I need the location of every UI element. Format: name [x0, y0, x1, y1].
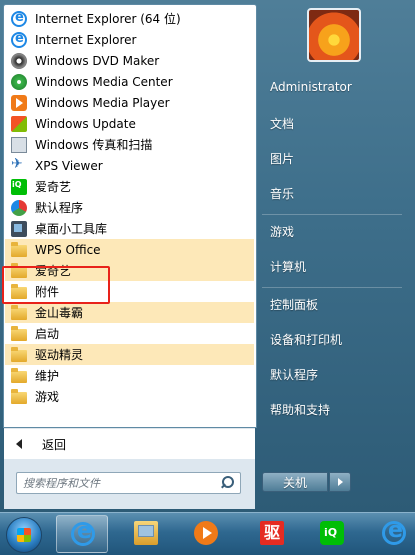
windows-logo-icon [17, 528, 31, 542]
taskbar-explorer-button[interactable] [120, 515, 172, 553]
program-label: Internet Explorer [35, 32, 137, 47]
all-programs-list: Internet Explorer (64 位) Internet Explore… [3, 4, 257, 428]
wmc-icon [11, 73, 27, 90]
shutdown-button[interactable]: 关机 [262, 472, 328, 492]
program-item[interactable]: Windows Media Player [5, 92, 254, 113]
ie-icon [71, 519, 95, 546]
gadget-icon [11, 220, 27, 237]
taskbar-ie-button[interactable] [56, 515, 108, 553]
program-item[interactable]: XPS Viewer [5, 155, 254, 176]
search-box[interactable] [16, 472, 241, 494]
folder-icon [11, 241, 27, 257]
program-folder[interactable]: 驱动精灵 [5, 344, 254, 365]
program-item[interactable]: Windows Update [5, 113, 254, 134]
right-item-user-name[interactable]: Administrator [270, 80, 352, 94]
program-label: 金山毒霸 [35, 306, 84, 320]
back-button[interactable]: 返回 [4, 428, 255, 459]
taskbar-media-player-button[interactable] [180, 515, 232, 553]
program-label: WPS Office [35, 242, 101, 257]
search-area [4, 459, 255, 509]
taskbar-ie-button-2[interactable] [368, 515, 415, 553]
program-item[interactable]: Windows 传真和扫描 [5, 134, 254, 155]
separator [262, 287, 402, 288]
program-item[interactable]: 默认程序 [5, 197, 254, 218]
start-menu: Internet Explorer (64 位) Internet Explore… [0, 0, 415, 512]
program-folder[interactable]: 启动 [5, 323, 254, 344]
program-label: Windows Media Center [35, 74, 173, 89]
search-input[interactable] [23, 475, 213, 491]
shutdown-options-arrow-button[interactable] [329, 472, 351, 492]
dvd-icon [11, 52, 27, 69]
program-label: XPS Viewer [35, 158, 103, 173]
right-item-games[interactable]: 游戏 [270, 223, 294, 240]
search-icon[interactable] [221, 476, 235, 490]
iqiyi-icon [320, 521, 344, 545]
driver-genius-icon: 驱 [260, 521, 284, 545]
program-item[interactable]: Windows Media Center [5, 71, 254, 92]
program-label: Windows 传真和扫描 [35, 138, 153, 152]
folder-icon [11, 388, 27, 404]
folder-icon [11, 346, 27, 362]
program-folder[interactable]: 金山毒霸 [5, 302, 254, 323]
right-item-default-programs[interactable]: 默认程序 [270, 366, 318, 383]
ie-icon [11, 31, 27, 48]
program-folder[interactable]: 维护 [5, 365, 254, 386]
folder-icon [11, 325, 27, 341]
right-item-music[interactable]: 音乐 [270, 185, 294, 202]
left-arrow-icon [16, 439, 22, 449]
taskbar-iqiyi-button[interactable] [306, 515, 358, 553]
separator [262, 214, 402, 215]
right-item-devices-and-printers[interactable]: 设备和打印机 [270, 331, 342, 348]
program-item[interactable]: 桌面小工具库 [5, 218, 254, 239]
program-item[interactable]: Windows DVD Maker [5, 50, 254, 71]
folder-icon [11, 304, 27, 320]
program-label: Windows Media Player [35, 95, 170, 110]
program-label: 维护 [35, 369, 60, 383]
program-folder[interactable]: 游戏 [5, 386, 254, 407]
update-icon [11, 115, 27, 132]
right-item-pictures[interactable]: 图片 [270, 150, 294, 167]
program-label: 桌面小工具库 [35, 222, 108, 236]
fax-icon [11, 136, 27, 153]
right-item-help-and-support[interactable]: 帮助和支持 [270, 401, 330, 418]
program-label: 默认程序 [35, 201, 84, 215]
taskbar: 驱 [0, 512, 415, 555]
default-icon [11, 199, 27, 216]
ie-icon [11, 10, 27, 27]
xps-icon [11, 156, 27, 174]
user-picture[interactable] [307, 8, 361, 62]
taskbar-driver-genius-button[interactable]: 驱 [246, 515, 298, 553]
iqiyi-icon [11, 178, 27, 195]
start-button[interactable] [6, 517, 42, 553]
program-label: Windows DVD Maker [35, 53, 160, 68]
folder-icon [11, 367, 27, 383]
back-label: 返回 [42, 437, 67, 452]
program-label: Internet Explorer (64 位) [35, 12, 181, 26]
program-item[interactable]: Internet Explorer [5, 29, 254, 50]
program-label: Windows Update [35, 116, 136, 131]
annotation-highlight-box [2, 266, 110, 304]
program-item[interactable]: 爱奇艺 [5, 176, 254, 197]
program-label: 驱动精灵 [35, 348, 84, 362]
media-player-icon [194, 521, 218, 545]
program-folder[interactable]: WPS Office [5, 239, 254, 260]
program-item[interactable]: Internet Explorer (64 位) [5, 8, 254, 29]
right-item-documents[interactable]: 文档 [270, 115, 294, 132]
right-item-control-panel[interactable]: 控制面板 [270, 296, 318, 313]
wmp-icon [11, 94, 27, 111]
ie-icon [382, 518, 406, 545]
program-label: 启动 [35, 327, 60, 341]
program-label: 爱奇艺 [35, 180, 72, 194]
right-item-computer[interactable]: 计算机 [270, 258, 306, 275]
program-label: 游戏 [35, 390, 60, 404]
explorer-icon [134, 521, 158, 545]
